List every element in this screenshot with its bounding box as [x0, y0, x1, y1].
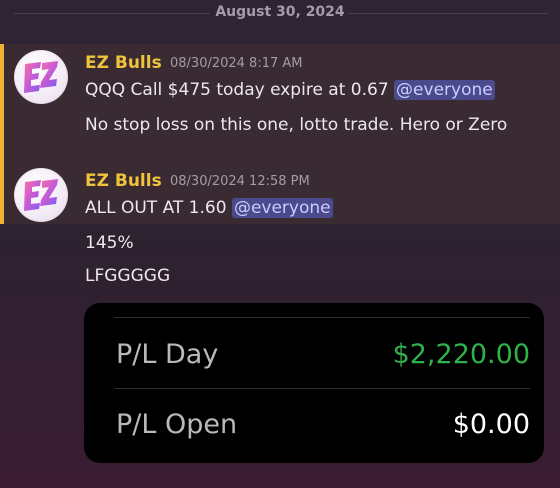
pl-open-value: $0.00	[452, 409, 530, 440]
author-name[interactable]: EZ Bulls	[85, 171, 162, 191]
divider-line-right	[348, 13, 548, 14]
message-line: ALL OUT AT 1.60 @everyone	[85, 198, 333, 218]
message-text: QQQ Call $475 today expire at 0.67	[85, 80, 395, 100]
message-line: No stop loss on this one, lotto trade. H…	[85, 115, 508, 135]
message-line: QQQ Call $475 today expire at 0.67 @ever…	[85, 80, 495, 100]
avatar[interactable]	[14, 168, 68, 222]
pl-day-value: $2,220.00	[392, 339, 530, 370]
date-divider-label: August 30, 2024	[215, 4, 345, 20]
message-line: 145%	[85, 233, 134, 253]
card-divider	[114, 317, 530, 318]
message-line: LFGGGGG	[85, 266, 171, 286]
mention-highlight-bar	[0, 44, 4, 162]
message-text: ALL OUT AT 1.60	[85, 198, 232, 218]
mention-highlight-bar	[0, 162, 4, 224]
ez-bulls-avatar-icon	[24, 61, 58, 93]
everyone-mention[interactable]: @everyone	[394, 80, 495, 100]
ez-bulls-avatar-icon	[24, 179, 58, 211]
date-divider: August 30, 2024	[0, 0, 560, 28]
message-2[interactable]: EZ Bulls 08/30/2024 12:58 PM ALL OUT AT …	[0, 162, 560, 224]
everyone-mention[interactable]: @everyone	[231, 198, 333, 218]
message-timestamp: 08/30/2024 8:17 AM	[170, 56, 303, 71]
pl-open-label: P/L Open	[116, 409, 238, 440]
card-divider	[114, 388, 530, 389]
avatar[interactable]	[14, 50, 68, 104]
pl-day-label: P/L Day	[116, 339, 219, 370]
message-timestamp: 08/30/2024 12:58 PM	[170, 174, 310, 189]
message-1[interactable]: EZ Bulls 08/30/2024 8:17 AM QQQ Call $47…	[0, 44, 560, 162]
author-name[interactable]: EZ Bulls	[85, 53, 162, 73]
pl-screenshot-attachment[interactable]: P/L Day $2,220.00 P/L Open $0.00	[84, 303, 544, 463]
